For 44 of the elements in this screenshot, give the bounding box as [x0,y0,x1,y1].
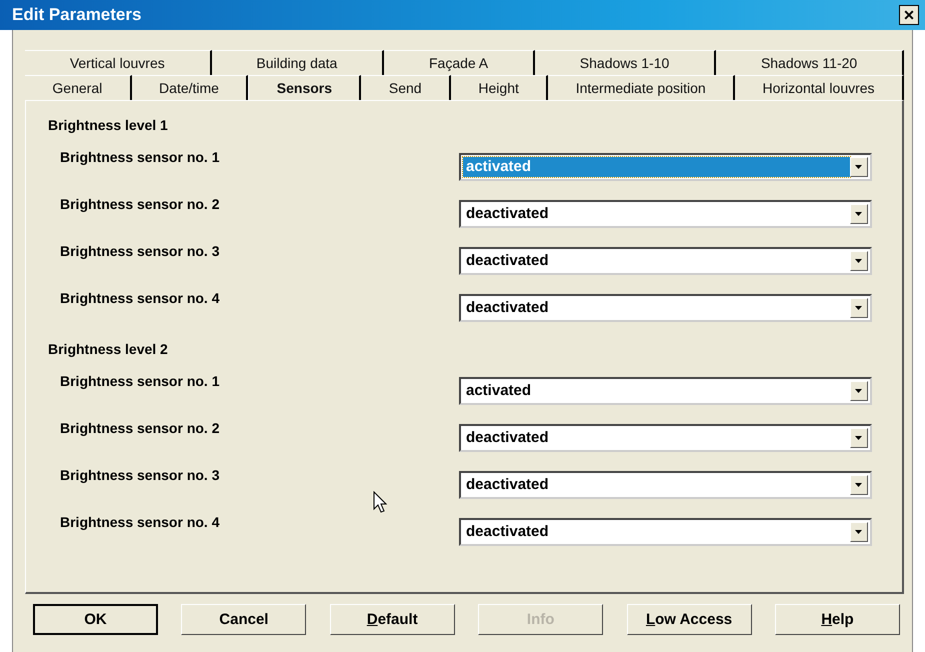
dropdown[interactable]: deactivated [459,247,872,275]
tab[interactable]: Send [361,75,451,100]
section-heading: Brightness level 2 [48,341,169,359]
dropdown-arrow-icon [855,436,863,440]
dialog-button[interactable]: OK [33,604,158,635]
dialog-button[interactable]: Cancel [181,604,306,635]
tab[interactable]: Sensors [248,75,362,100]
parameter-label: Brightness sensor no. 2 [60,420,220,436]
dialog-button[interactable]: Default [330,604,455,635]
tab[interactable]: Horizontal louvres [735,75,904,100]
window-title: Edit Parameters [12,5,142,25]
tab[interactable]: Intermediate position [548,75,736,100]
dropdown-arrow-icon [855,388,863,394]
dropdown[interactable]: deactivated [459,424,872,452]
parameter-label: Brightness sensor no. 1 [60,149,220,165]
dialog-button[interactable]: Low Access [626,604,752,635]
dropdown[interactable]: deactivated [459,518,872,546]
dropdown-arrow-icon [855,212,863,216]
parameter-label: Brightness sensor no. 3 [60,467,220,483]
mouse-pointer-icon [373,491,387,513]
dropdown[interactable]: activated [459,153,872,181]
section-heading: Brightness level 1 [48,117,169,135]
dropdown[interactable]: activated [459,377,872,405]
dropdown[interactable]: deactivated [459,294,872,322]
parameter-label: Brightness sensor no. 4 [60,514,220,530]
dropdown-arrow-icon [855,306,863,310]
dropdown[interactable]: deactivated [459,471,872,499]
parameter-label: Brightness sensor no. 1 [60,373,220,389]
dialog-button[interactable]: Help [774,604,900,635]
tab[interactable]: Façade A [384,50,535,75]
dropdown-arrow-icon [855,258,863,264]
tab[interactable]: Shadows 1-10 [534,50,716,75]
tab[interactable]: Height [451,75,548,100]
dropdown-arrow-icon [855,482,863,488]
tab[interactable]: Shadows 11-20 [716,50,904,75]
parameter-label: Brightness sensor no. 2 [60,196,220,212]
dropdown-arrow-icon [855,164,863,170]
dropdown[interactable]: deactivated [459,200,872,228]
tab[interactable]: General [25,75,132,100]
parameter-label: Brightness sensor no. 4 [60,290,220,306]
dropdown-arrow-icon [855,530,863,534]
tab[interactable]: Vertical louvres [25,50,212,75]
parameter-label: Brightness sensor no. 3 [60,243,220,259]
close-button[interactable]: × [899,5,919,25]
